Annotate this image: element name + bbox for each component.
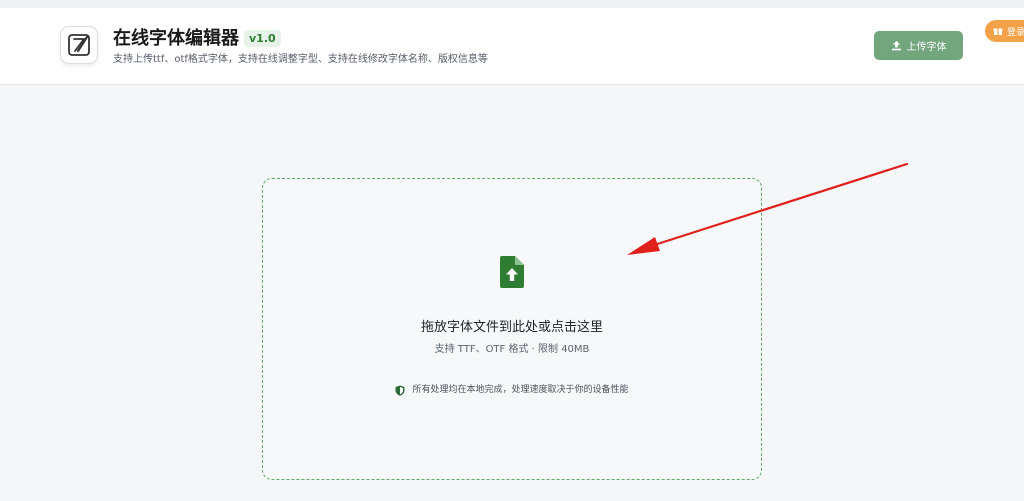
login-button[interactable]: 登录 bbox=[985, 20, 1024, 42]
upload-font-button[interactable]: 上传字体 bbox=[874, 31, 963, 60]
app-title: 在线字体编辑器 bbox=[113, 28, 239, 49]
app-subtitle: 支持上传ttf、otf格式字体，支持在线调整字型、支持在线修改字体名称、版权信息… bbox=[113, 54, 488, 65]
dropzone-formats: 支持 TTF、OTF 格式 · 限制 40MB bbox=[434, 344, 590, 355]
logo-edit-icon bbox=[68, 34, 90, 56]
upload-icon bbox=[891, 40, 901, 51]
privacy-text: 所有处理均在本地完成，处理速度取决于你的设备性能 bbox=[412, 385, 629, 395]
gift-icon bbox=[993, 28, 1003, 35]
login-label: 登录 bbox=[1007, 27, 1024, 38]
privacy-note: 所有处理均在本地完成，处理速度取决于你的设备性能 bbox=[263, 383, 761, 397]
dropzone-title: 拖放字体文件到此处或点击这里 bbox=[420, 320, 603, 335]
font-dropzone[interactable]: 拖放字体文件到此处或点击这里 支持 TTF、OTF 格式 · 限制 40MB 所… bbox=[262, 178, 762, 480]
upload-font-label: 上传字体 bbox=[906, 42, 947, 53]
app-header: 在线字体编辑器 v1.0 支持上传ttf、otf格式字体，支持在线调整字型、支持… bbox=[0, 8, 1024, 85]
version-badge: v1.0 bbox=[244, 30, 281, 47]
file-upload-icon bbox=[500, 256, 524, 288]
top-strip bbox=[0, 0, 1024, 8]
shield-icon bbox=[395, 385, 405, 396]
app-logo bbox=[60, 26, 98, 64]
